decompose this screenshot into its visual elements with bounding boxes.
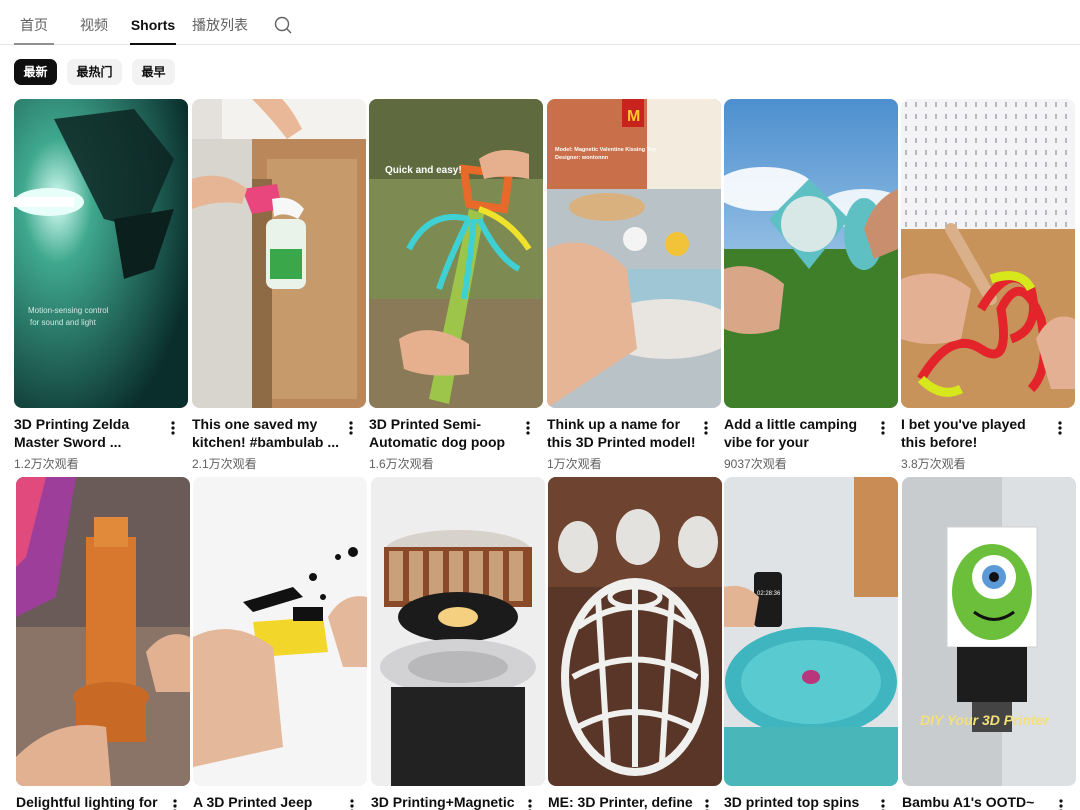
- tab-shorts-label: Shorts: [130, 17, 176, 33]
- short-thumbnail-caption: DIY Your 3D Printer: [920, 712, 1050, 728]
- tab-playlists-label: 播放列表: [192, 17, 248, 33]
- filter-chip-oldest[interactable]: 最早: [132, 59, 175, 85]
- short-title[interactable]: 3D Printing Zelda Master Sword ...: [14, 415, 164, 451]
- more-options-icon[interactable]: [1053, 417, 1067, 439]
- short-thumbnail[interactable]: 02:28:36: [724, 477, 898, 786]
- svg-text:M: M: [627, 108, 640, 125]
- more-options-icon[interactable]: [168, 795, 182, 810]
- tab-shorts-active-underline: [130, 43, 176, 45]
- short-view-count: 1.2万次观看: [14, 457, 79, 471]
- short-thumbnail-caption: Quick and easy!: [385, 165, 462, 176]
- tab-home-label: 首页: [20, 17, 48, 33]
- phone-timer-text: 02:28:36: [757, 591, 781, 597]
- filter-chip-latest[interactable]: 最新: [14, 59, 57, 85]
- short-thumbnail[interactable]: Motion-sensing control for sound and ligh…: [14, 99, 188, 408]
- filter-chip-popular[interactable]: 最热门: [67, 59, 122, 85]
- short-thumbnail[interactable]: [724, 99, 898, 408]
- short-thumbnail[interactable]: [16, 477, 190, 786]
- tab-playlists[interactable]: 播放列表: [190, 0, 250, 45]
- short-title[interactable]: 3D Printed Semi-Automatic dog poop ...: [369, 415, 519, 451]
- short-title[interactable]: Bambu A1's OOTD~: [902, 793, 1052, 810]
- tab-home[interactable]: 首页: [14, 0, 54, 45]
- short-view-count: 1万次观看: [547, 457, 602, 471]
- tab-home-hover-underline: [14, 43, 54, 45]
- short-thumbnail[interactable]: [901, 99, 1075, 408]
- short-view-count: 3.8万次观看: [901, 457, 966, 471]
- short-thumbnail[interactable]: M Model: Magnetic Valentine Kissing Toy D…: [547, 99, 721, 408]
- short-title[interactable]: Add a little camping vibe for your deskt…: [724, 415, 874, 451]
- short-title[interactable]: Think up a name for this 3D Printed mode…: [547, 415, 697, 451]
- more-options-icon[interactable]: [699, 417, 713, 439]
- tab-shorts[interactable]: Shorts: [130, 0, 176, 45]
- short-title[interactable]: ME: 3D Printer, define: [548, 793, 698, 810]
- short-title[interactable]: This one saved my kitchen! #bambulab ...: [192, 415, 342, 451]
- more-options-icon[interactable]: [523, 795, 537, 810]
- tab-videos[interactable]: 视频: [76, 0, 112, 45]
- channel-tabs: 首页 视频 Shorts 播放列表: [0, 0, 1080, 45]
- more-options-icon[interactable]: [876, 795, 890, 810]
- short-thumbnail[interactable]: [192, 99, 366, 408]
- short-view-count: 2.1万次观看: [192, 457, 257, 471]
- more-options-icon[interactable]: [521, 417, 535, 439]
- search-icon[interactable]: [272, 14, 294, 36]
- short-title[interactable]: Delightful lighting for: [16, 793, 166, 810]
- short-thumbnail[interactable]: DIY Your 3D Printer: [902, 477, 1076, 786]
- more-options-icon[interactable]: [344, 417, 358, 439]
- short-title[interactable]: 3D printed top spins for: [724, 793, 874, 810]
- short-title[interactable]: I bet you've played this before! #bambul…: [901, 415, 1051, 451]
- short-view-count: 1.6万次观看: [369, 457, 434, 471]
- more-options-icon[interactable]: [876, 417, 890, 439]
- more-options-icon[interactable]: [345, 795, 359, 810]
- tab-videos-label: 视频: [80, 17, 108, 33]
- short-thumbnail[interactable]: [548, 477, 722, 786]
- short-title[interactable]: A 3D Printed Jeep right: [193, 793, 343, 810]
- short-view-count: 9037次观看: [724, 457, 787, 471]
- short-thumbnail[interactable]: [371, 477, 545, 786]
- short-thumbnail[interactable]: Quick and easy!: [369, 99, 543, 408]
- short-title[interactable]: 3D Printing+Magnetic: [371, 793, 521, 810]
- short-thumbnail[interactable]: [193, 477, 367, 786]
- more-options-icon[interactable]: [166, 417, 180, 439]
- more-options-icon[interactable]: [700, 795, 714, 810]
- more-options-icon[interactable]: [1054, 795, 1068, 810]
